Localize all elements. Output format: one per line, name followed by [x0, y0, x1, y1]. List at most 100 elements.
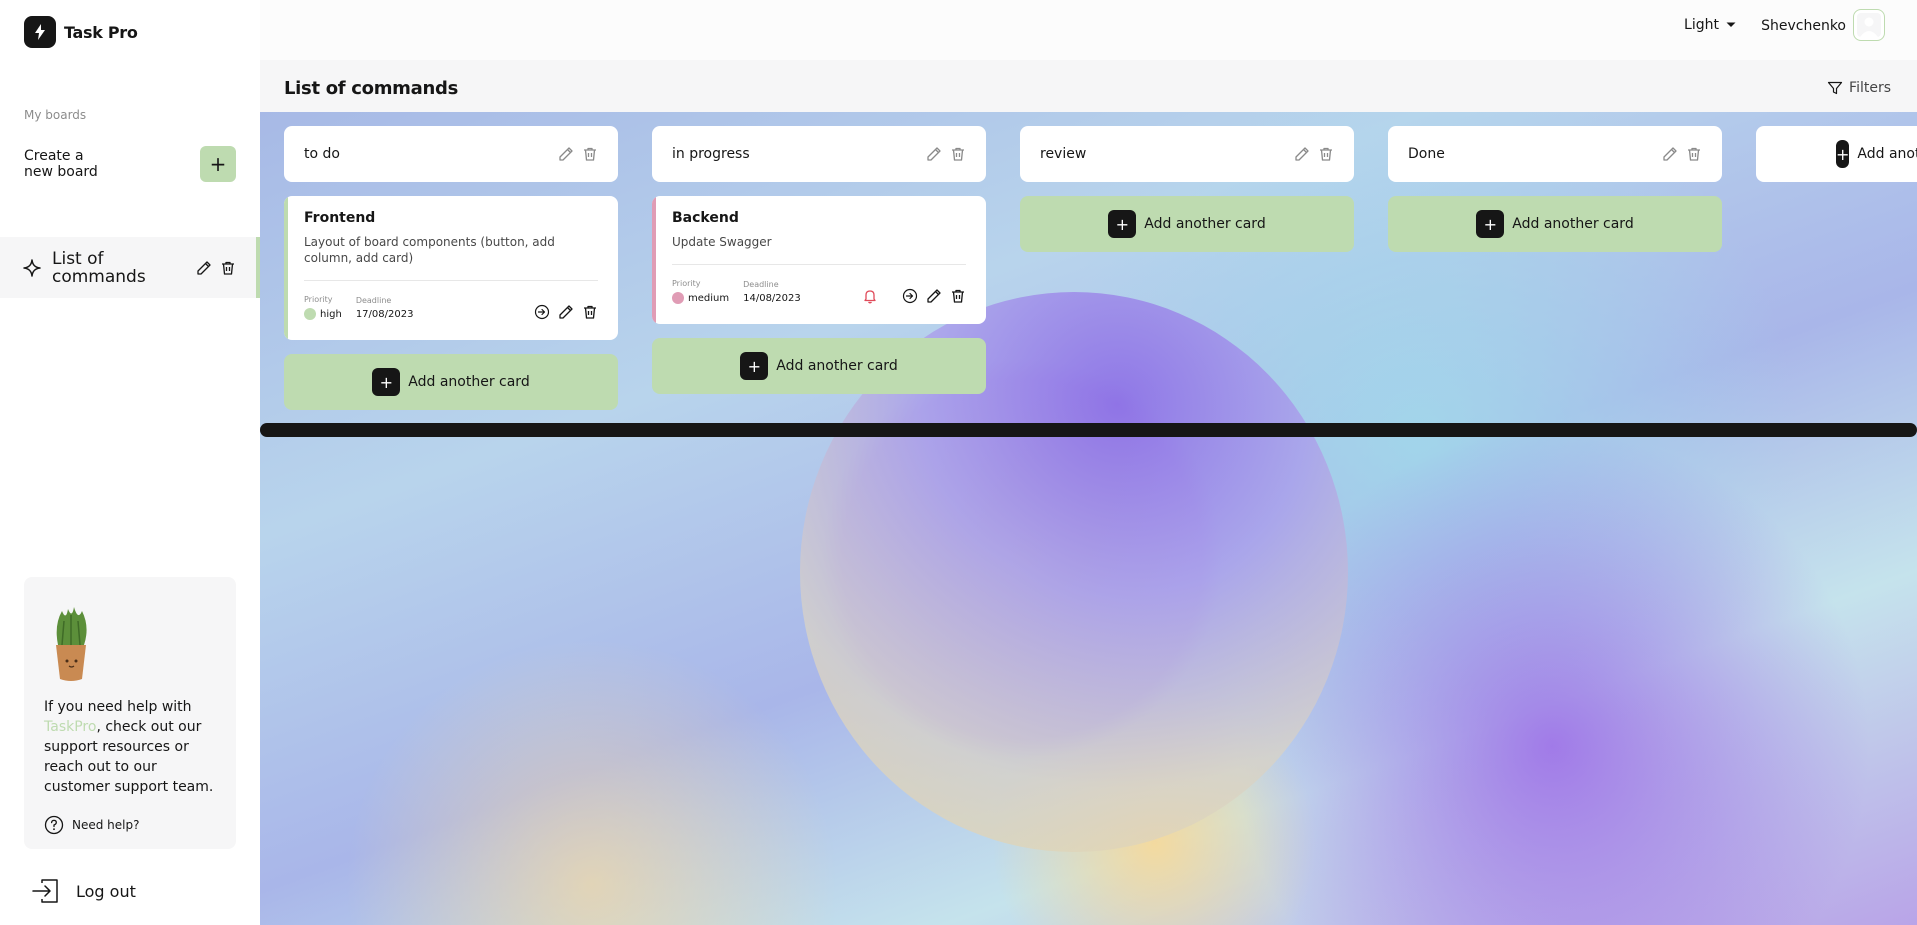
top-bar: Light Shevchenko — [260, 0, 1917, 60]
app-logo[interactable]: Task Pro — [24, 16, 138, 48]
filters-button[interactable]: Filters — [1827, 80, 1891, 96]
trash-icon[interactable] — [1318, 146, 1334, 162]
column-review: review + Add another card — [1020, 126, 1354, 252]
task-card[interactable]: Frontend Layout of board components (but… — [284, 196, 618, 340]
card-title: Backend — [672, 210, 739, 226]
priority-dot — [672, 292, 684, 304]
help-text: If you need help with TaskPro, check out… — [44, 697, 216, 797]
need-help-label: Need help? — [72, 818, 140, 832]
board-canvas: to do Frontend Layout of board component… — [260, 112, 1917, 925]
logout-icon — [32, 879, 58, 903]
theme-value: Light — [1684, 17, 1719, 33]
help-text-part: If you need help with — [44, 699, 192, 715]
plus-icon: + — [1836, 140, 1850, 168]
pencil-icon[interactable] — [926, 288, 942, 304]
plus-icon: + — [372, 368, 401, 396]
plus-icon: + — [1476, 210, 1505, 238]
priority-dot — [304, 308, 316, 320]
add-column-button[interactable]: + Add another column — [1756, 126, 1917, 182]
add-column-label: Add another column — [1857, 146, 1917, 162]
column-header: in progress — [652, 126, 986, 182]
pencil-icon[interactable] — [558, 146, 574, 162]
card-description: Update Swagger — [672, 235, 772, 249]
lightning-icon — [24, 16, 56, 48]
move-icon[interactable] — [534, 304, 550, 320]
my-boards-label: My boards — [24, 108, 87, 122]
plus-icon: + — [1108, 210, 1137, 238]
column-in-progress: in progress Backend Update Swagger Prior… — [652, 126, 986, 394]
priority-value: high — [320, 308, 342, 320]
plus-icon: + — [740, 352, 769, 380]
filters-label: Filters — [1849, 80, 1891, 96]
board-main: List of commands Filters to do Frontend … — [260, 60, 1917, 925]
cactus-illustration — [44, 605, 98, 683]
avatar[interactable] — [1853, 9, 1885, 41]
card-divider — [672, 264, 966, 265]
priority-label: Priority — [304, 295, 333, 304]
user-name: Shevchenko — [1761, 18, 1846, 34]
priority-value: medium — [688, 292, 730, 304]
pencil-icon[interactable] — [1662, 146, 1678, 162]
logout-label: Log out — [76, 881, 136, 901]
user-icon — [1857, 13, 1881, 37]
column-to-do: to do Frontend Layout of board component… — [284, 126, 618, 410]
help-circle-icon — [44, 815, 64, 835]
deadline-meta: Deadline 17/08/2023 — [356, 296, 414, 320]
logout-button[interactable]: Log out — [30, 875, 136, 907]
taskpro-link[interactable]: TaskPro — [44, 719, 96, 735]
priority-meta: Priority medium — [672, 279, 729, 304]
create-board-button[interactable]: + — [200, 146, 236, 182]
sparkle-icon — [23, 258, 41, 277]
column-header: Done — [1388, 126, 1722, 182]
task-card[interactable]: Backend Update Swagger Priority medium D… — [652, 196, 986, 324]
trash-icon[interactable] — [950, 288, 966, 304]
deadline-value: 17/08/2023 — [355, 309, 414, 320]
add-card-label: Add another card — [1512, 216, 1634, 232]
column-header: review — [1020, 126, 1354, 182]
pencil-icon[interactable] — [196, 260, 212, 276]
sidebar: Task Pro My boards Create a new board + … — [0, 0, 260, 925]
pencil-icon[interactable] — [1294, 146, 1310, 162]
create-board-label: Create a new board — [24, 148, 98, 180]
trash-icon[interactable] — [220, 260, 236, 276]
column-title: to do — [304, 146, 340, 162]
pencil-icon[interactable] — [926, 146, 942, 162]
card-description: Layout of board components (button, add … — [304, 235, 555, 265]
trash-icon[interactable] — [950, 146, 966, 162]
create-board-row: Create a new board + — [24, 140, 236, 188]
deadline-label: Deadline — [743, 280, 779, 289]
trash-icon[interactable] — [1686, 146, 1702, 162]
app-name: Task Pro — [64, 22, 138, 42]
column-done: Done + Add another card — [1388, 126, 1722, 252]
need-help-button[interactable]: Need help? — [44, 815, 216, 835]
column-title: Done — [1408, 146, 1445, 162]
sidebar-item-list-of-commands[interactable]: List of commands — [0, 237, 260, 298]
column-title: review — [1040, 146, 1087, 162]
trash-icon[interactable] — [582, 146, 598, 162]
chevron-down-icon — [1726, 22, 1736, 27]
page-title: List of commands — [284, 78, 458, 99]
move-icon[interactable] — [902, 288, 918, 304]
bell-icon — [864, 290, 876, 304]
priority-label: Priority — [672, 279, 701, 288]
priority-meta: Priority high — [304, 295, 342, 320]
card-divider — [304, 280, 598, 281]
horizontal-scrollbar[interactable] — [260, 423, 1917, 437]
deadline-label: Deadline — [355, 296, 392, 305]
trash-icon[interactable] — [582, 304, 598, 320]
add-card-button[interactable]: + Add another card — [652, 338, 986, 394]
add-card-button[interactable]: + Add another card — [1020, 196, 1354, 252]
card-title: Frontend — [304, 210, 376, 226]
column-title: in progress — [672, 146, 750, 162]
add-card-label: Add another card — [408, 374, 530, 390]
add-card-button[interactable]: + Add another card — [284, 354, 618, 410]
column-header: to do — [284, 126, 618, 182]
add-card-label: Add another card — [1144, 216, 1266, 232]
pencil-icon[interactable] — [558, 304, 574, 320]
deadline-value: 14/08/2023 — [743, 293, 801, 304]
help-box: If you need help with TaskPro, check out… — [24, 577, 236, 849]
sidebar-item-label: List of commands — [52, 248, 146, 287]
add-card-button[interactable]: + Add another card — [1388, 196, 1722, 252]
plus-icon: + — [209, 152, 227, 176]
theme-select[interactable]: Light — [1684, 17, 1737, 33]
